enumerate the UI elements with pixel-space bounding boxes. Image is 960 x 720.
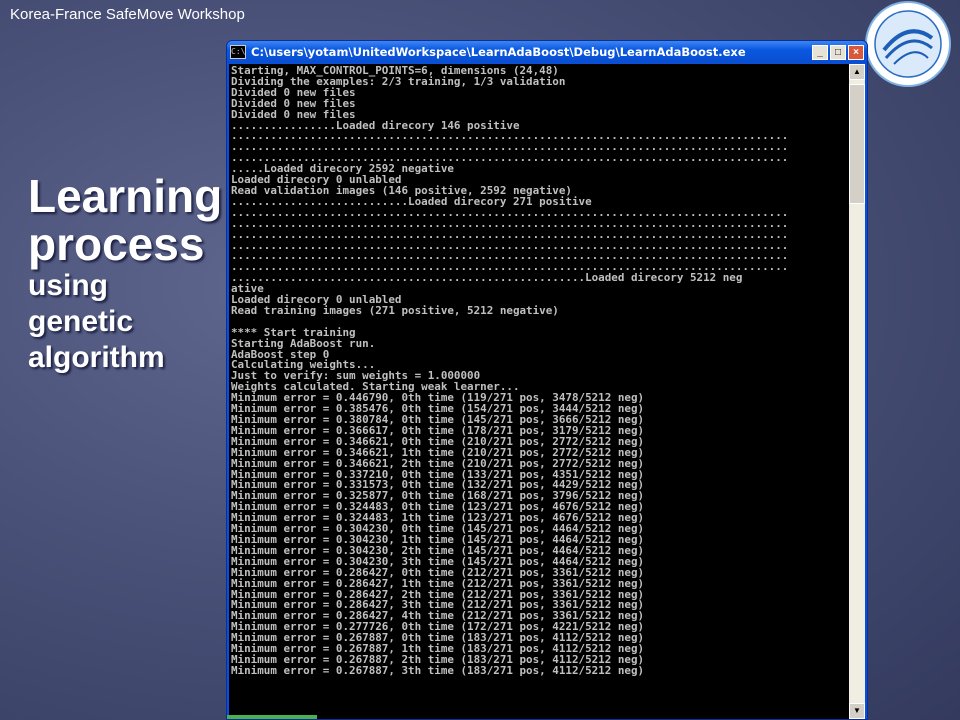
console-output: Starting, MAX_CONTROL_POINTS=6, dimensio…	[231, 66, 851, 677]
slide-header: Korea-France SafeMove Workshop	[10, 6, 245, 23]
title-line-learning: Learning	[28, 170, 223, 222]
scroll-up-icon[interactable]: ▲	[849, 64, 865, 80]
cmd-icon[interactable]: C:\	[230, 45, 246, 59]
close-button[interactable]: ×	[848, 44, 864, 60]
scrollbar-thumb[interactable]	[849, 84, 865, 204]
scroll-down-icon[interactable]: ▼	[849, 703, 865, 719]
console-window[interactable]: C:\ C:\users\yotam\UnitedWorkspace\Learn…	[226, 40, 868, 720]
school-seal-icon	[865, 1, 951, 87]
console-line: Read training images (271 positive, 5212…	[231, 303, 559, 317]
title-line-using: using	[28, 269, 108, 302]
title-line-process: process	[28, 218, 205, 270]
minimize-button[interactable]: _	[812, 44, 828, 60]
console-client-area[interactable]: Starting, MAX_CONTROL_POINTS=6, dimensio…	[229, 64, 865, 719]
window-titlebar[interactable]: C:\ C:\users\yotam\UnitedWorkspace\Learn…	[227, 41, 867, 63]
window-title: C:\users\yotam\UnitedWorkspace\LearnAdaB…	[251, 45, 746, 59]
title-line-algorithm: algorithm	[28, 341, 165, 374]
vertical-scrollbar[interactable]: ▲ ▼	[849, 64, 865, 719]
window-bottom-edge	[227, 715, 317, 719]
console-line: Minimum error = 0.267887, 3th time (183/…	[231, 663, 645, 677]
maximize-button[interactable]: □	[830, 44, 846, 60]
title-line-genetic: genetic	[28, 305, 134, 338]
slide-title: Learning process using genetic algorithm	[28, 172, 224, 376]
console-line: ........................................…	[231, 271, 743, 285]
